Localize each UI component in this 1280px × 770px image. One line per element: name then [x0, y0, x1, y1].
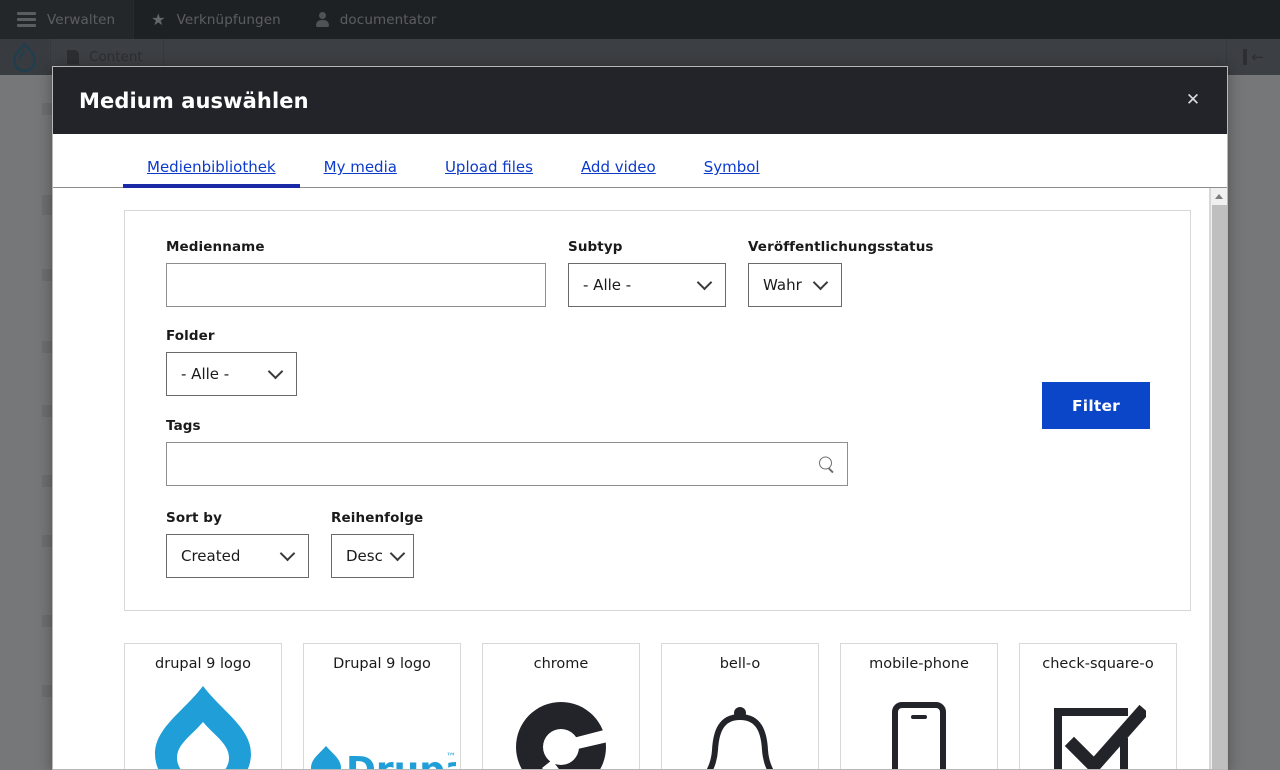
- status-select[interactable]: Wahr: [748, 263, 842, 307]
- chevron-down-icon: [699, 281, 713, 289]
- media-item[interactable]: mobile-phone: [840, 643, 998, 769]
- chrome-icon-thumb: [483, 698, 639, 769]
- media-library-dialog: Medium auswählen ✕ Medienbibliothek My m…: [52, 66, 1228, 770]
- media-item-name: mobile-phone: [869, 656, 969, 672]
- media-item-name: drupal 9 logo: [155, 656, 251, 672]
- dialog-body: Medienbibliothek My media Upload files A…: [53, 134, 1227, 769]
- chevron-down-icon: [392, 552, 405, 560]
- media-results-grid: drupal 9 logo Drupal 9 logo ™ chrome bel…: [124, 643, 1209, 769]
- media-item-name: Drupal 9 logo: [333, 656, 431, 672]
- field-veroeffentlichungsstatus: Veröffentlichungsstatus Wahr: [748, 239, 934, 307]
- field-reihenfolge: Reihenfolge Desc: [331, 510, 423, 578]
- drupal-droplet-blue-thumb: [125, 682, 281, 769]
- status-label: Veröffentlichungsstatus: [748, 239, 934, 255]
- media-item[interactable]: bell-o: [661, 643, 819, 769]
- tab-my-media[interactable]: My media: [300, 160, 421, 187]
- dialog-scrollbar[interactable]: [1210, 188, 1227, 769]
- tab-medienbibliothek[interactable]: Medienbibliothek: [123, 160, 300, 188]
- status-value: Wahr: [763, 276, 802, 294]
- field-subtyp: Subtyp - Alle -: [568, 239, 726, 307]
- svg-text:™: ™: [446, 752, 456, 763]
- medienname-label: Medienname: [166, 239, 265, 255]
- sort-by-value: Created: [181, 547, 241, 565]
- subtype-value: - Alle -: [583, 276, 632, 294]
- field-tags: Tags: [166, 418, 848, 486]
- subtyp-label: Subtyp: [568, 239, 623, 255]
- media-item-name: chrome: [533, 656, 589, 672]
- folder-label: Folder: [166, 328, 215, 344]
- scroll-up-arrow-icon[interactable]: [1211, 188, 1227, 204]
- field-sort-by: Sort by Created: [166, 510, 309, 578]
- folder-value: - Alle -: [181, 365, 230, 383]
- tab-add-video[interactable]: Add video: [557, 160, 680, 187]
- tags-label: Tags: [166, 418, 201, 434]
- subtype-select[interactable]: - Alle -: [568, 263, 726, 307]
- tab-symbol[interactable]: Symbol: [680, 160, 784, 187]
- folder-select[interactable]: - Alle -: [166, 352, 297, 396]
- tab-upload-files[interactable]: Upload files: [421, 160, 557, 187]
- chevron-down-icon: [815, 281, 829, 289]
- dialog-title: Medium auswählen: [79, 88, 309, 113]
- media-item[interactable]: Drupal 9 logo Drupal ™: [303, 643, 461, 769]
- tags-input[interactable]: [166, 442, 848, 486]
- sort-by-label: Sort by: [166, 510, 222, 526]
- filter-submit-button[interactable]: Filter: [1042, 382, 1150, 429]
- media-name-input[interactable]: [166, 263, 546, 307]
- svg-text:Drupal: Drupal: [346, 750, 456, 769]
- chevron-down-icon: [270, 370, 284, 378]
- sort-by-select[interactable]: Created: [166, 534, 309, 578]
- mobile-phone-icon-thumb: [841, 702, 997, 769]
- field-medienname: Medienname: [166, 239, 546, 307]
- media-item-name: bell-o: [719, 656, 761, 672]
- media-item[interactable]: drupal 9 logo: [124, 643, 282, 769]
- dialog-scroll-region: Medienname Subtyp - Alle - Veröffentlich…: [53, 188, 1227, 769]
- order-value: Desc: [346, 547, 383, 565]
- media-item[interactable]: chrome: [482, 643, 640, 769]
- bell-icon-thumb: [662, 704, 818, 769]
- dialog-scroll-pane: Medienname Subtyp - Alle - Veröffentlich…: [53, 188, 1210, 769]
- media-item[interactable]: check-square-o: [1019, 643, 1177, 769]
- close-icon[interactable]: ✕: [1176, 84, 1210, 118]
- media-filter-form: Medienname Subtyp - Alle - Veröffentlich…: [124, 210, 1191, 611]
- dialog-titlebar: Medium auswählen ✕: [53, 67, 1227, 134]
- scrollbar-thumb[interactable]: [1212, 205, 1227, 769]
- media-item-name: check-square-o: [1042, 656, 1154, 672]
- reihenfolge-label: Reihenfolge: [331, 510, 424, 526]
- drupal-wordmark-thumb: Drupal ™: [304, 744, 460, 769]
- dialog-tabs: Medienbibliothek My media Upload files A…: [53, 134, 1227, 188]
- check-square-icon-thumb: [1020, 698, 1176, 769]
- order-select[interactable]: Desc: [331, 534, 414, 578]
- field-folder: Folder - Alle -: [166, 328, 297, 396]
- chevron-down-icon: [282, 552, 296, 560]
